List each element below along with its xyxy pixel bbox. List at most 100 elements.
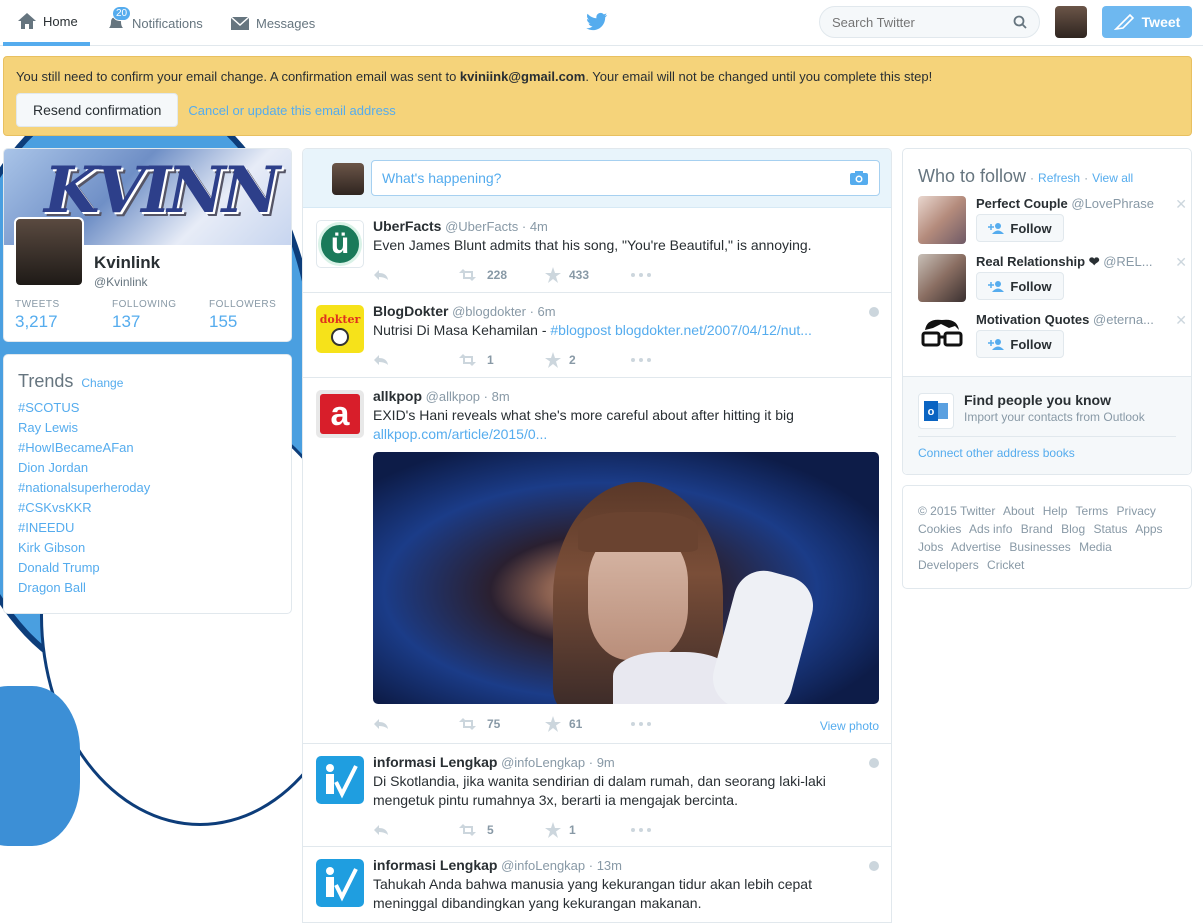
footer-link[interactable]: Blog — [1061, 522, 1085, 536]
tweet-fullname[interactable]: informasi Lengkap — [373, 754, 497, 770]
more-action[interactable] — [631, 267, 717, 283]
footer-link[interactable]: Ads info — [969, 522, 1012, 536]
footer-link[interactable]: About — [1003, 504, 1034, 518]
retweet-action[interactable]: 228 — [459, 267, 545, 283]
tweet-time[interactable]: 13m — [597, 858, 622, 873]
wtf-view-all-link[interactable]: View all — [1092, 171, 1133, 185]
tweet-item[interactable]: informasi Lengkap @infoLengkap · 13m Tah… — [303, 847, 891, 922]
trend-link[interactable]: #INEEDU — [18, 520, 74, 535]
favorite-action[interactable]: 433 — [545, 267, 631, 283]
tweet-handle[interactable]: @infoLengkap — [501, 755, 585, 770]
footer-link[interactable]: Apps — [1135, 522, 1162, 536]
footer-link[interactable]: Cookies — [918, 522, 961, 536]
tweet-link[interactable]: #blogpost blogdokter.net/2007/04/12/nut.… — [550, 322, 812, 338]
reply-action[interactable] — [373, 716, 459, 732]
tweet-handle[interactable]: @infoLengkap — [501, 858, 585, 873]
trend-item[interactable]: #nationalsuperheroday — [18, 478, 277, 498]
tweet-item[interactable]: a allkpop @allkpop · 8m EXID's Hani reve… — [303, 378, 891, 744]
stat-followers[interactable]: FOLLOWERS 155 — [209, 299, 289, 332]
suggestion-avatar[interactable] — [918, 196, 966, 244]
tweet-photo[interactable] — [373, 452, 879, 704]
follow-button[interactable]: Follow — [976, 272, 1064, 300]
suggestion-avatar[interactable] — [918, 312, 966, 360]
trend-item[interactable]: Kirk Gibson — [18, 538, 277, 558]
trend-item[interactable]: #CSKvsKKR — [18, 498, 277, 518]
nav-messages[interactable]: Messages — [230, 0, 315, 46]
tweet-fullname[interactable]: UberFacts — [373, 218, 441, 234]
trend-link[interactable]: Donald Trump — [18, 560, 100, 575]
search-input[interactable] — [832, 14, 1013, 30]
profile-name[interactable]: Kvinlink — [94, 253, 160, 273]
footer-link[interactable]: Status — [1093, 522, 1127, 536]
view-photo-link[interactable]: View photo — [820, 719, 879, 733]
nav-home[interactable]: Home — [3, 0, 90, 46]
profile-handle[interactable]: @Kvinlink — [94, 275, 148, 289]
tweet-avatar[interactable]: dokter — [316, 305, 364, 353]
tweet-time[interactable]: 9m — [597, 755, 615, 770]
trend-item[interactable]: Donald Trump — [18, 558, 277, 578]
favorite-action[interactable]: 2 — [545, 352, 631, 368]
trend-item[interactable]: #SCOTUS — [18, 398, 277, 418]
tweet-fullname[interactable]: BlogDokter — [373, 303, 448, 319]
tweet-link[interactable]: allkpop.com/article/2015/0... — [373, 426, 547, 442]
footer-link[interactable]: Advertise — [951, 540, 1001, 554]
favorite-action[interactable]: 1 — [545, 822, 631, 838]
footer-link[interactable]: Terms — [1076, 504, 1109, 518]
tweet-handle[interactable]: @blogdokter — [452, 304, 526, 319]
trend-item[interactable]: #INEEDU — [18, 518, 277, 538]
tweet-item[interactable]: ü UberFacts @UberFacts · 4m Even James B… — [303, 208, 891, 293]
trend-link[interactable]: #CSKvsKKR — [18, 500, 92, 515]
footer-link[interactable]: Businesses — [1009, 540, 1070, 554]
tweet-input[interactable]: What's happening? — [371, 160, 880, 196]
suggestion-name[interactable]: Motivation Quotes @eterna... — [976, 312, 1156, 327]
dismiss-icon[interactable]: ✕ — [1175, 196, 1187, 213]
tweet-time[interactable]: 8m — [492, 389, 510, 404]
tweet-button[interactable]: Tweet — [1102, 6, 1192, 38]
reply-action[interactable] — [373, 267, 459, 283]
cancel-email-link[interactable]: Cancel or update this email address — [188, 103, 395, 118]
profile-avatar[interactable] — [14, 217, 84, 287]
suggestion-name[interactable]: Perfect Couple @LovePhrase — [976, 196, 1156, 211]
favorite-action[interactable]: 61 — [545, 716, 631, 732]
reply-action[interactable] — [373, 822, 459, 838]
follow-button[interactable]: Follow — [976, 214, 1064, 242]
tweet-item[interactable]: informasi Lengkap @infoLengkap · 9m Di S… — [303, 744, 891, 847]
user-avatar[interactable] — [1055, 6, 1087, 38]
reply-action[interactable] — [373, 352, 459, 368]
camera-icon[interactable] — [849, 170, 869, 186]
wtf-refresh-link[interactable]: Refresh — [1038, 171, 1080, 185]
trend-link[interactable]: #SCOTUS — [18, 400, 79, 415]
tweet-avatar[interactable]: a — [316, 390, 364, 438]
tweet-item[interactable]: dokter BlogDokter @blogdokter · 6m Nutri… — [303, 293, 891, 378]
footer-link[interactable]: Help — [1043, 504, 1068, 518]
more-action[interactable] — [631, 822, 717, 838]
stat-following[interactable]: FOLLOWING 137 — [112, 299, 192, 332]
tweet-time[interactable]: 6m — [538, 304, 556, 319]
trend-item[interactable]: Ray Lewis — [18, 418, 277, 438]
trend-item[interactable]: #HowIBecameAFan — [18, 438, 277, 458]
trend-link[interactable]: Dion Jordan — [18, 460, 88, 475]
tweet-time[interactable]: 4m — [530, 219, 548, 234]
outlook-icon[interactable]: o — [918, 393, 954, 429]
connect-address-books-link[interactable]: Connect other address books — [918, 446, 1075, 460]
footer-link[interactable]: Privacy — [1117, 504, 1156, 518]
more-action[interactable] — [631, 716, 717, 732]
stat-tweets[interactable]: TWEETS 3,217 — [15, 299, 95, 332]
footer-link[interactable]: Brand — [1021, 522, 1053, 536]
tweet-handle[interactable]: @UberFacts — [445, 219, 518, 234]
trend-link[interactable]: Dragon Ball — [18, 580, 86, 595]
footer-link[interactable]: Cricket — [987, 558, 1024, 572]
tweet-avatar[interactable] — [316, 859, 364, 907]
trend-item[interactable]: Dragon Ball — [18, 578, 277, 598]
retweet-action[interactable]: 5 — [459, 822, 545, 838]
search-icon[interactable] — [1013, 15, 1027, 29]
tweet-fullname[interactable]: allkpop — [373, 388, 422, 404]
tweet-avatar[interactable] — [316, 756, 364, 804]
nav-notifications[interactable]: 20 Notifications — [106, 0, 203, 46]
trend-link[interactable]: Ray Lewis — [18, 420, 78, 435]
dismiss-icon[interactable]: ✕ — [1175, 254, 1187, 271]
footer-link[interactable]: Jobs — [918, 540, 943, 554]
retweet-action[interactable]: 1 — [459, 352, 545, 368]
retweet-action[interactable]: 75 — [459, 716, 545, 732]
trend-item[interactable]: Dion Jordan — [18, 458, 277, 478]
